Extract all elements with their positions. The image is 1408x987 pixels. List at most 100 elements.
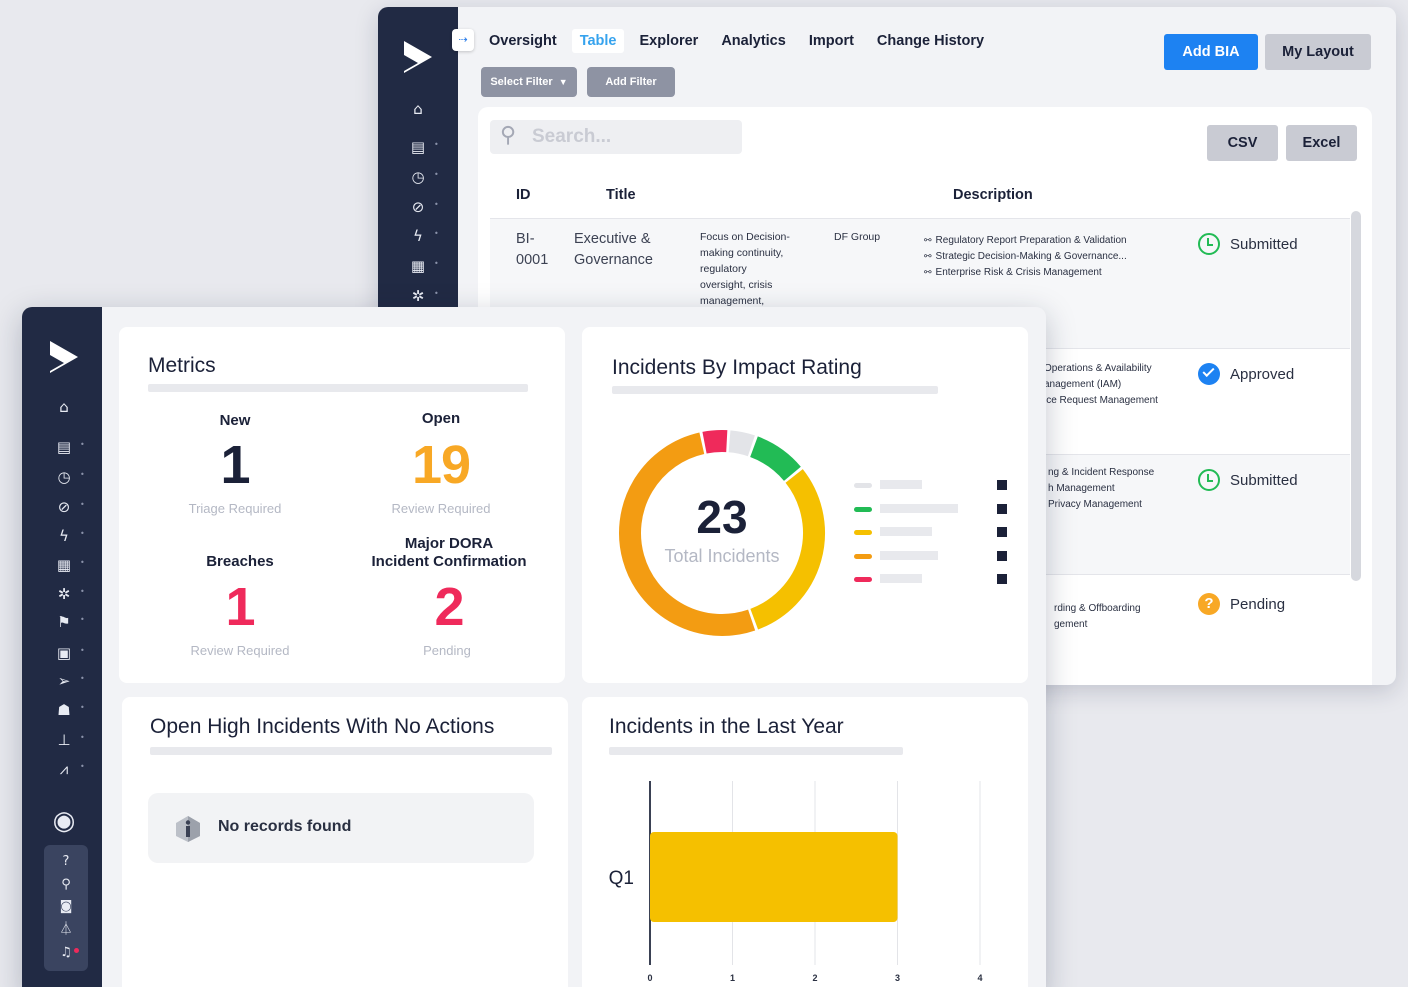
home-icon[interactable]: ⌂: [378, 100, 458, 118]
expand-sidebar-icon[interactable]: ⇢: [452, 29, 474, 51]
gear-cluster-icon[interactable]: ✲ •: [24, 585, 104, 603]
metric-open-value[interactable]: 19: [391, 437, 491, 493]
hierarchy-icon[interactable]: ⊥ •: [24, 731, 104, 749]
home-icon[interactable]: ⌂: [24, 398, 104, 416]
flag-icon[interactable]: ⚑ •: [24, 613, 104, 631]
table-scrollbar[interactable]: [1351, 211, 1361, 581]
app-logo[interactable]: [44, 337, 84, 377]
search-icon[interactable]: ⚲: [26, 876, 106, 894]
add-bia-button[interactable]: Add BIA: [1164, 34, 1258, 70]
linked-item-label[interactable]: h Management: [1048, 481, 1154, 497]
linked-item-label: Enterprise Risk & Crisis Management: [935, 267, 1102, 278]
flask-icon[interactable]: ⏃: [26, 921, 106, 939]
tab-analytics[interactable]: Analytics: [713, 29, 793, 53]
row-links: rding & Offboarding gement: [1054, 601, 1141, 633]
metric-new-label: New: [219, 412, 251, 429]
send-icon[interactable]: ➢ •: [24, 672, 104, 690]
legend-value-marker: [997, 527, 1007, 537]
search-input[interactable]: [532, 122, 732, 152]
column-header-id[interactable]: ID: [516, 187, 531, 203]
linked-item-label: Strategic Decision-Making & Governance..…: [935, 251, 1127, 262]
row-id: BI- 0001: [516, 231, 549, 268]
metric-dora-sub: Pending: [423, 643, 471, 658]
camera-icon[interactable]: ◙: [26, 898, 106, 916]
tab-explorer[interactable]: Explorer: [631, 29, 706, 53]
add-filter-button[interactable]: Add Filter: [587, 67, 675, 97]
legend-value-marker: [997, 550, 1007, 561]
bolt-icon[interactable]: ϟ •: [24, 527, 104, 545]
user-avatar-icon[interactable]: ◉: [24, 807, 104, 835]
status-text: Submitted: [1230, 235, 1298, 253]
file-icon[interactable]: ▦ •: [24, 556, 104, 574]
linked-item-label[interactable]: Operations & Availability: [1044, 361, 1158, 377]
donut-slice[interactable]: [728, 430, 755, 457]
y-category-label: Q1: [609, 868, 634, 889]
compass-icon[interactable]: ⊘ •: [24, 498, 104, 516]
donut-slice[interactable]: [749, 436, 801, 482]
linked-item-label[interactable]: Privacy Management: [1048, 497, 1154, 513]
linked-item[interactable]: ⚯ Strategic Decision-Making & Governance.…: [924, 249, 1127, 265]
gear-cluster-icon[interactable]: ✲ •: [378, 287, 458, 305]
donut-slice[interactable]: [702, 430, 728, 454]
clock-icon[interactable]: ◷ •: [378, 168, 458, 186]
legend-swatch: [854, 577, 872, 582]
book-icon[interactable]: ▤ •: [378, 138, 458, 156]
select-filter-button[interactable]: Select Filter ▼: [481, 67, 577, 97]
search-box[interactable]: ⚲: [490, 120, 742, 154]
linked-item-label[interactable]: ng & Incident Response: [1048, 465, 1154, 481]
link-icon: ⚯: [924, 252, 932, 262]
x-tick-label: 2: [812, 973, 817, 983]
linked-item-label: Regulatory Report Preparation & Validati…: [935, 235, 1127, 246]
linked-item[interactable]: ⚯ Enterprise Risk & Crisis Management: [924, 265, 1127, 281]
users-icon[interactable]: ☗ •: [24, 701, 104, 719]
metric-dora-value[interactable]: 2: [399, 579, 499, 635]
legend-label-placeholder: [880, 480, 922, 489]
metric-open-label: Open: [421, 410, 461, 427]
linked-item-label[interactable]: rding & Offboarding: [1054, 601, 1141, 617]
chart-icon[interactable]: ⩘ •: [24, 760, 104, 778]
metric-open-sub: Review Required: [391, 501, 491, 516]
book-icon[interactable]: ▤ •: [24, 438, 104, 456]
excel-button[interactable]: Excel: [1286, 125, 1357, 161]
x-tick-label: 0: [647, 973, 652, 983]
column-header-description[interactable]: Description: [953, 187, 1033, 203]
column-header-title[interactable]: Title: [606, 187, 636, 203]
metric-dora-label: Major DORA Incident Confirmation: [371, 535, 527, 570]
tab-oversight[interactable]: Oversight: [481, 29, 565, 53]
legend-label-placeholder: [880, 550, 938, 560]
legend-swatch: [854, 506, 872, 512]
link-icon: ⚯: [924, 268, 932, 278]
compass-icon[interactable]: ⊘ •: [378, 198, 458, 216]
linked-item[interactable]: ⚯ Regulatory Report Preparation & Validat…: [924, 233, 1127, 249]
csv-button[interactable]: CSV: [1207, 125, 1278, 161]
metric-new-value[interactable]: 1: [185, 437, 285, 493]
linked-item-label[interactable]: gement: [1054, 617, 1141, 633]
title-underline: [609, 747, 903, 755]
legend-value-marker: [997, 480, 1007, 490]
legend-swatch: [854, 483, 872, 488]
incidents-bar-chart[interactable]: 0 1 2 3 4 Q1: [582, 767, 1028, 987]
my-layout-button[interactable]: My Layout: [1265, 34, 1371, 70]
app-logo[interactable]: [398, 37, 438, 77]
clock-icon: [1198, 469, 1220, 491]
tab-change-history[interactable]: Change History: [869, 29, 992, 53]
linked-item-label[interactable]: anagement (IAM): [1044, 377, 1158, 393]
tab-import[interactable]: Import: [801, 29, 862, 53]
select-filter-label: Select Filter: [490, 76, 553, 88]
status-text: Approved: [1230, 365, 1295, 383]
empty-state-text: No records found: [218, 818, 352, 835]
calendar-icon[interactable]: ▣ •: [24, 644, 104, 662]
help-icon[interactable]: ?: [26, 853, 106, 871]
linked-item-label[interactable]: ice Request Management: [1044, 393, 1158, 409]
bar[interactable]: [650, 832, 898, 922]
legend-label-placeholder: [880, 527, 932, 536]
row-title: Executive & Governance: [574, 231, 653, 268]
status-badge: Submitted: [1198, 233, 1298, 255]
tab-table[interactable]: Table: [571, 29, 625, 53]
metric-breaches-value[interactable]: 1: [190, 579, 290, 635]
bell-icon[interactable]: ♫: [26, 944, 106, 962]
clock-icon[interactable]: ◷ •: [24, 468, 104, 486]
file-icon[interactable]: ▦ •: [378, 257, 458, 275]
bolt-icon[interactable]: ϟ •: [378, 227, 458, 245]
legend-value-marker: [997, 574, 1007, 584]
